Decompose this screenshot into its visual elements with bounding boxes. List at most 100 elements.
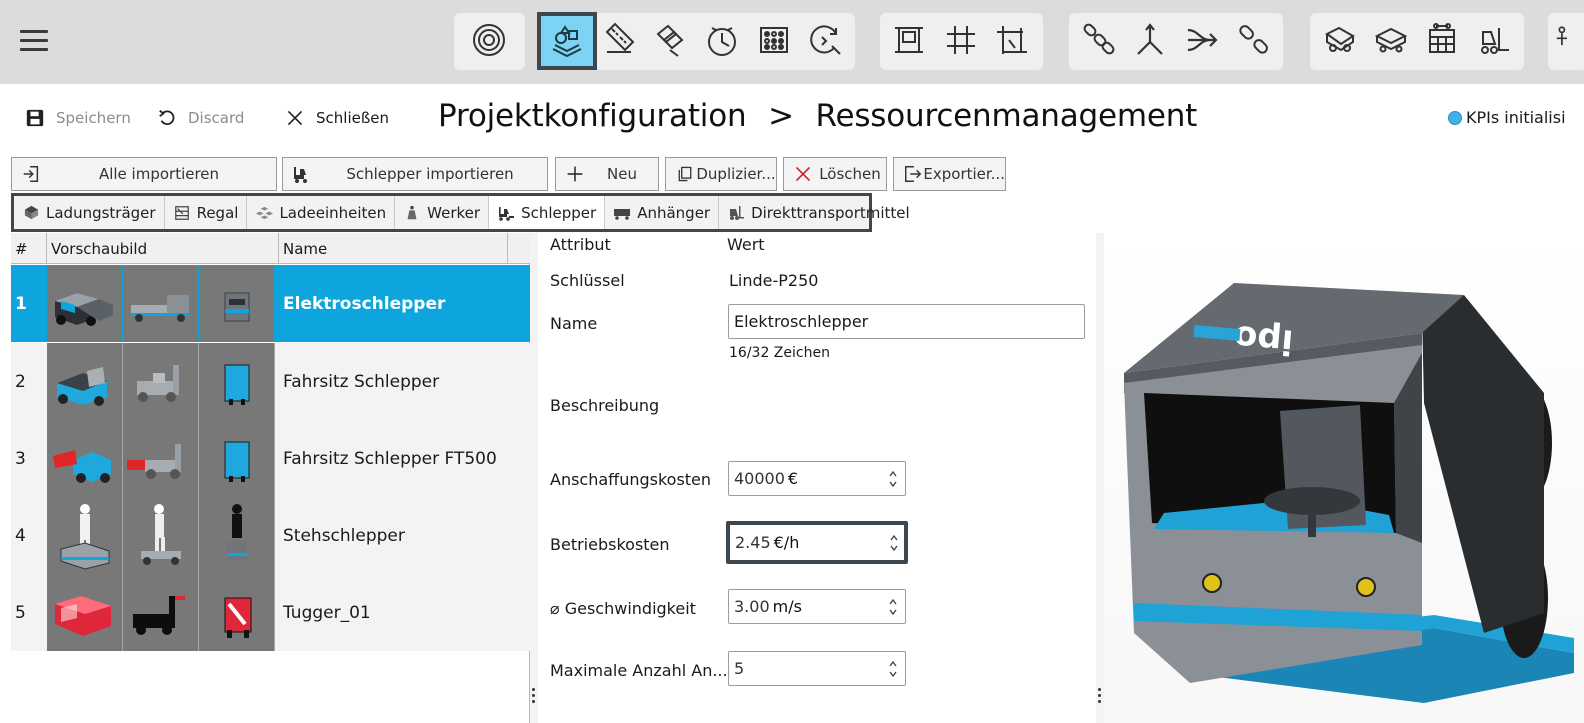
frame-icon[interactable] <box>886 14 932 66</box>
import-tugger-button[interactable]: Schlepper importieren <box>282 157 548 191</box>
chain-icon[interactable] <box>1075 14 1121 66</box>
name-label: Name <box>550 314 598 333</box>
import-all-label: Alle importieren <box>98 165 220 183</box>
splitter-grip-icon <box>1098 688 1102 706</box>
3d-preview-viewport[interactable]: ipo <box>1104 233 1584 723</box>
spinner-arrows-icon[interactable] <box>887 657 899 681</box>
acquisition-cost-input[interactable]: 40000 € <box>728 461 906 496</box>
import-icon <box>20 163 42 185</box>
preview-thumbnail <box>199 265 275 342</box>
breadcrumb-separator: > <box>768 98 794 134</box>
tab-schlepper[interactable]: Schlepper <box>489 196 606 229</box>
layers-icon[interactable] <box>647 14 693 66</box>
resource-shapes-icon[interactable] <box>537 12 597 70</box>
tab-ladungstraeger[interactable]: Ladungsträger <box>14 196 165 229</box>
tab-label: Anhänger <box>637 203 711 222</box>
tab-direkttransportmittel[interactable]: Direkttransportmittel <box>719 196 918 229</box>
preview-thumbnail <box>199 420 275 497</box>
save-label: Speichern <box>56 109 131 127</box>
splitter-right[interactable] <box>1096 233 1104 723</box>
key-label: Schlüssel <box>550 271 625 290</box>
tab-regal[interactable]: Regal <box>165 196 248 229</box>
discard-label: Discard <box>188 109 245 127</box>
close-icon <box>284 107 306 129</box>
column-header-preview[interactable]: Vorschaubild <box>47 233 279 264</box>
operating-cost-input[interactable]: 2.45 €/h <box>726 521 908 564</box>
preview-thumbnail <box>123 343 199 420</box>
column-header-name[interactable]: Name <box>279 233 508 264</box>
zoom-refresh-icon[interactable] <box>803 14 849 66</box>
shelf-icon[interactable] <box>1419 14 1465 66</box>
save-button[interactable]: Speichern <box>24 104 131 132</box>
breadcrumb-parent[interactable]: Projektkonfiguration <box>438 98 747 134</box>
tab-ladeeinheiten[interactable]: Ladeeinheiten <box>247 196 396 229</box>
matrix-icon[interactable] <box>751 14 797 66</box>
export-button[interactable]: Exportier... <box>893 157 1006 191</box>
radar-icon[interactable] <box>466 14 512 66</box>
align-icon[interactable] <box>990 14 1036 66</box>
max-count-value: 5 <box>734 659 745 678</box>
import-all-button[interactable]: Alle importieren <box>11 157 277 191</box>
spinner-arrows-icon[interactable] <box>888 531 900 555</box>
max-count-input[interactable]: 5 <box>728 651 906 686</box>
splitter-left[interactable] <box>530 233 538 723</box>
tugger-3d-model: ipo <box>1124 283 1574 703</box>
table-row[interactable]: 1 Elektroschlepper <box>11 265 530 342</box>
units-icon <box>255 204 273 222</box>
max-count-label: Maximale Anzahl An... <box>550 661 728 680</box>
name-field[interactable]: Elektroschlepper <box>728 304 1085 339</box>
row-name: Tugger_01 <box>283 602 371 623</box>
speed-input[interactable]: 3.00 m/s <box>728 589 906 624</box>
tugger-icon[interactable] <box>1316 14 1362 66</box>
table-row[interactable]: 3 Fahrsitz Schlepper FT500 <box>11 420 530 497</box>
row-name: Elektroschlepper <box>283 293 446 314</box>
delete-x-icon <box>792 163 814 185</box>
tab-anhaenger[interactable]: Anhänger <box>605 196 720 229</box>
status-dot-icon <box>1448 110 1462 125</box>
forklift-icon[interactable] <box>1470 14 1516 66</box>
operating-cost-value: 2.45 <box>735 533 771 552</box>
close-button[interactable]: Schließen <box>284 104 389 132</box>
close-label: Schließen <box>316 109 390 127</box>
plus-icon <box>564 163 586 185</box>
tab-label: Ladungsträger <box>46 203 156 222</box>
row-name: Fahrsitz Schlepper <box>283 371 440 392</box>
duplicate-button[interactable]: Duplizier... <box>665 157 777 191</box>
worker-icon[interactable] <box>1550 14 1584 66</box>
table-row[interactable]: 5 Tugger_01 <box>11 574 530 651</box>
preview-thumbnail <box>47 265 123 342</box>
export-icon <box>902 163 923 185</box>
table-row[interactable]: 4 Stehschlepper <box>11 497 530 574</box>
acquisition-cost-label: Anschaffungskosten <box>550 470 712 489</box>
spinner-arrows-icon[interactable] <box>887 595 899 619</box>
link-icon[interactable] <box>1231 14 1277 66</box>
forklift-icon <box>727 204 745 222</box>
row-number: 1 <box>15 293 27 314</box>
column-header-number[interactable]: # <box>11 233 47 264</box>
import-tugger-label: Schlepper importieren <box>346 165 514 183</box>
merge-icon[interactable] <box>1127 14 1173 66</box>
preview-thumbnail <box>199 343 275 420</box>
discard-button[interactable]: Discard <box>156 104 244 132</box>
new-button[interactable]: Neu <box>555 157 659 191</box>
tab-label: Direkttransportmittel <box>751 203 910 222</box>
name-field-value: Elektroschlepper <box>734 312 869 331</box>
cart-icon[interactable] <box>1368 14 1414 66</box>
clock-icon[interactable] <box>699 14 745 66</box>
preview-thumbnail <box>47 497 123 574</box>
ruler-icon[interactable] <box>596 14 642 66</box>
table-row[interactable]: 2 Fahrsitz Schlepper <box>11 343 530 420</box>
speed-label: ⌀ Geschwindigkeit <box>550 599 696 618</box>
preview-thumbnail <box>47 574 123 651</box>
new-label: Neu <box>607 165 637 183</box>
menu-icon[interactable] <box>20 30 48 52</box>
delete-button[interactable]: Löschen <box>783 157 887 191</box>
preview-thumbnail <box>47 343 123 420</box>
preview-thumbnail <box>123 265 199 342</box>
grid-icon[interactable] <box>938 14 984 66</box>
split-arrows-icon[interactable] <box>1179 14 1225 66</box>
description-label: Beschreibung <box>550 396 660 415</box>
category-tabs: Ladungsträger Regal Ladeeinheiten Werker… <box>11 193 910 232</box>
tab-werker[interactable]: Werker <box>395 196 490 229</box>
spinner-arrows-icon[interactable] <box>887 467 899 491</box>
